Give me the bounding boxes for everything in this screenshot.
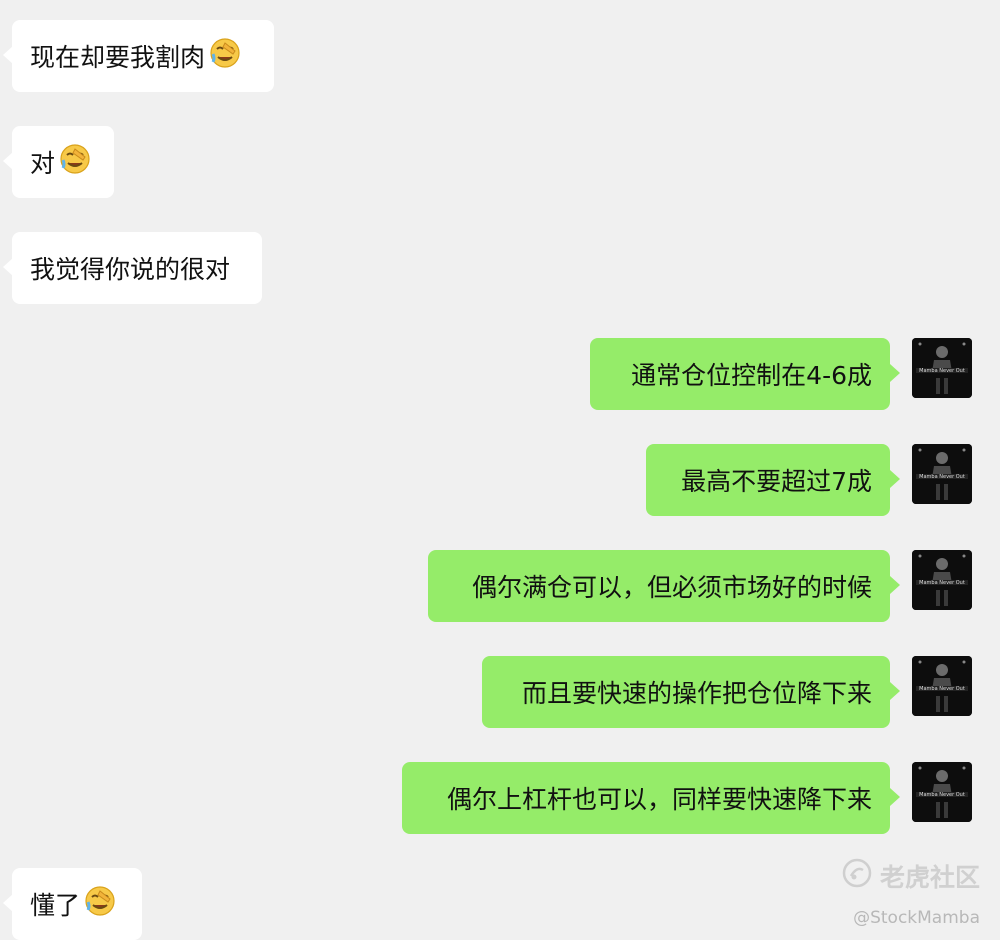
- mamba-avatar-icon[interactable]: Mamba Never Out: [912, 762, 972, 822]
- message-bubble-outgoing[interactable]: 通常仓位控制在4-6成: [590, 338, 900, 410]
- message-text: 通常仓位控制在4-6成: [631, 361, 872, 390]
- message-bubble-incoming[interactable]: 现在却要我割肉: [3, 20, 274, 92]
- watermark-brand: 老虎社区: [879, 863, 980, 892]
- message-text: 偶尔上杠杆也可以，同样要快速降下来: [446, 785, 872, 814]
- message-text: 懂了: [30, 891, 81, 920]
- message-text: 我觉得你说的很对: [30, 255, 231, 284]
- mamba-avatar-icon[interactable]: Mamba Never Out: [912, 338, 972, 398]
- watermark: 老虎社区 @StockMamba: [842, 858, 980, 928]
- avatar-caption: Mamba Never Out: [919, 580, 965, 586]
- mamba-avatar-icon[interactable]: Mamba Never Out: [912, 444, 972, 504]
- message-bubble-incoming[interactable]: 懂了: [3, 868, 142, 940]
- mamba-avatar-icon[interactable]: Mamba Never Out: [912, 656, 972, 716]
- avatar-caption: Mamba Never Out: [919, 368, 965, 374]
- tiger-logo-icon: [842, 858, 872, 894]
- message-text: 最高不要超过7成: [681, 467, 872, 496]
- message-bubble-outgoing[interactable]: 最高不要超过7成: [646, 444, 900, 516]
- avatar-caption: Mamba Never Out: [919, 792, 965, 798]
- avatar-caption: Mamba Never Out: [919, 686, 965, 692]
- watermark-handle: @StockMamba: [853, 908, 980, 928]
- mamba-avatar-icon[interactable]: Mamba Never Out: [912, 550, 972, 610]
- message-text: 而且要快速的操作把仓位降下来: [521, 679, 872, 708]
- crying-face-emoji-icon: [84, 885, 116, 923]
- watermark-brand-row: 老虎社区: [842, 858, 980, 894]
- avatar-caption: Mamba Never Out: [919, 474, 965, 480]
- crying-face-emoji-icon: [59, 143, 91, 181]
- message-text: 对: [30, 149, 56, 178]
- message-bubble-outgoing[interactable]: 偶尔上杠杆也可以，同样要快速降下来: [402, 762, 900, 834]
- message-text: 偶尔满仓可以，但必须市场好的时候: [471, 573, 872, 602]
- message-bubble-incoming[interactable]: 对: [3, 126, 114, 198]
- crying-face-emoji-icon: [209, 37, 241, 75]
- message-bubble-incoming[interactable]: 我觉得你说的很对: [3, 232, 262, 304]
- message-bubble-outgoing[interactable]: 而且要快速的操作把仓位降下来: [482, 656, 900, 728]
- message-bubble-outgoing[interactable]: 偶尔满仓可以，但必须市场好的时候: [428, 550, 900, 622]
- message-text: 现在却要我割肉: [30, 43, 206, 72]
